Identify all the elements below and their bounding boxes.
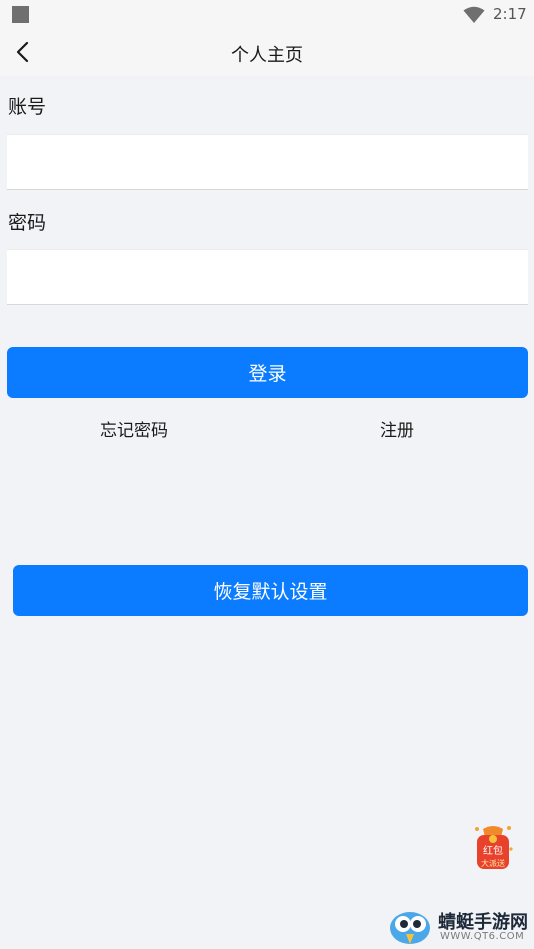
register-link[interactable]: 注册 bbox=[380, 416, 414, 441]
svg-text:大派送: 大派送 bbox=[481, 858, 505, 868]
restore-defaults-button[interactable]: 恢复默认设置 bbox=[13, 565, 528, 616]
nav-bar: 个人主页 bbox=[0, 30, 534, 76]
login-button[interactable]: 登录 bbox=[7, 347, 528, 398]
dragonfly-logo-icon bbox=[390, 912, 430, 944]
page-title: 个人主页 bbox=[231, 45, 303, 66]
status-time: 2:17 bbox=[493, 5, 527, 23]
red-packet-icon[interactable]: 红包 大派送 bbox=[471, 823, 515, 873]
app-square-icon bbox=[12, 6, 29, 23]
wifi-icon bbox=[463, 6, 485, 23]
forgot-password-link[interactable]: 忘记密码 bbox=[100, 416, 168, 441]
password-label: 密码 bbox=[8, 212, 47, 234]
watermark: 蜻蜓手游网 WWW.QT6.COM bbox=[388, 906, 528, 946]
password-input[interactable] bbox=[7, 249, 528, 305]
account-input[interactable] bbox=[7, 134, 528, 190]
watermark-url: WWW.QT6.COM bbox=[440, 931, 525, 942]
account-label: 账号 bbox=[8, 96, 47, 118]
svg-text:红包: 红包 bbox=[483, 844, 503, 857]
status-bar: 2:17 bbox=[0, 0, 534, 30]
